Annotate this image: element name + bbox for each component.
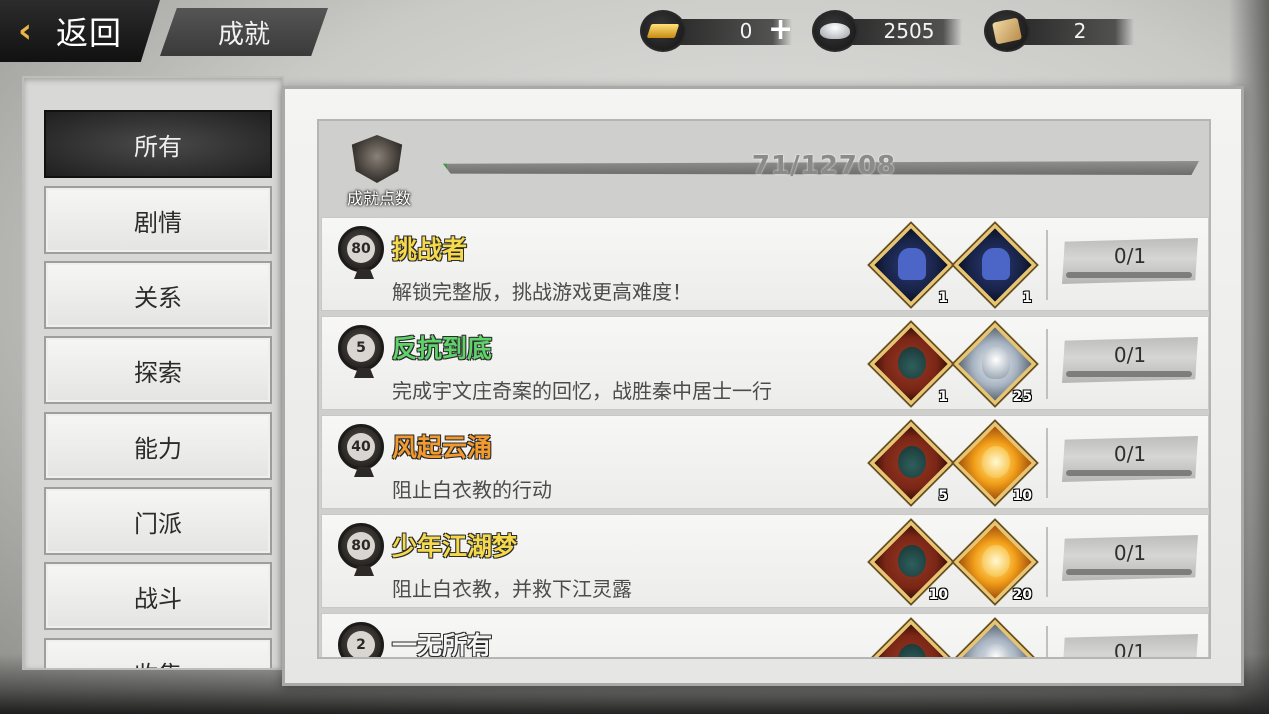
achievement-desc: 解锁完整版，挑战游戏更高难度！ <box>392 280 692 304</box>
back-button[interactable]: ‹ 返回 <box>0 0 160 62</box>
top-bar: ‹ 返回 成就 0 + 2505 2 <box>0 0 1269 64</box>
achievement-name: 少年江湖梦 <box>392 532 518 561</box>
page-title: 成就 <box>160 8 328 56</box>
achievement-name: 风起云涌 <box>392 433 493 462</box>
reward-item[interactable]: 1 <box>869 322 953 406</box>
reward-item[interactable] <box>869 619 953 657</box>
points-progress-fill <box>443 161 448 175</box>
sidebar-item-relations[interactable]: 关系 <box>44 261 272 329</box>
achievement-points: 80 <box>347 235 375 263</box>
currency-gold: 0 + <box>640 10 800 52</box>
achievement-row[interactable]: 40 风起云涌 阻止白衣教的行动 5 10 0/1 <box>321 415 1209 509</box>
reward-item[interactable]: 20 <box>953 520 1037 604</box>
sidebar-item-explore[interactable]: 探索 <box>44 336 272 404</box>
divider <box>1046 329 1048 399</box>
achievement-progress: 0/1 <box>1113 442 1147 466</box>
gold-bar-icon <box>640 10 686 52</box>
divider <box>1046 428 1048 498</box>
reward-count: 1 <box>938 389 948 405</box>
reward-count: 5 <box>938 488 948 504</box>
brush-stroke <box>1066 371 1192 377</box>
points-label: 成就点数 <box>346 189 411 208</box>
brush-stroke <box>1066 470 1192 476</box>
achievement-points: 5 <box>347 334 375 362</box>
reward-count: 10 <box>1012 488 1032 504</box>
sidebar-item-ability[interactable]: 能力 <box>44 412 272 480</box>
sidebar-item-all[interactable]: 所有 <box>44 110 272 178</box>
achievement-progress: 0/1 <box>1113 541 1147 565</box>
achievement-desc: 完成宇文庄奇案的回忆，战胜秦中居士一行 <box>392 379 772 403</box>
divider <box>1046 527 1048 597</box>
achievement-name: 反抗到底 <box>392 334 493 363</box>
achievement-panel: 成就点数 71/12708 80 挑战者 解锁完整版，挑战游戏更高难度！ 1 1 <box>282 86 1244 686</box>
achievement-row[interactable]: 80 挑战者 解锁完整版，挑战游戏更高难度！ 1 1 0/1 <box>321 217 1209 311</box>
achievement-badge-icon: 2 <box>338 622 384 657</box>
achievement-desc: 阻止白衣教的行动 <box>392 478 552 502</box>
sidebar-item-combat[interactable]: 战斗 <box>44 562 272 630</box>
brush-stroke <box>1066 272 1192 278</box>
points-progress-text: 71/12708 <box>751 151 897 181</box>
back-label: 返回 <box>56 14 123 52</box>
achievement-progress: 0/1 <box>1113 343 1147 367</box>
category-sidebar: 所有 剧情 关系 探索 能力 门派 战斗 收集 <box>22 76 284 670</box>
achievement-row[interactable]: 80 少年江湖梦 阻止白衣教，并救下江灵露 10 20 0/1 <box>321 514 1209 608</box>
reward-item[interactable] <box>953 619 1037 657</box>
silver-ingot-icon <box>812 10 858 52</box>
reward-item[interactable]: 10 <box>869 520 953 604</box>
divider <box>1046 626 1048 657</box>
achievement-desc: 阻止白衣教，并救下江灵露 <box>392 577 632 601</box>
reward-item[interactable]: 25 <box>953 322 1037 406</box>
currency-ticket: 2 <box>984 10 1134 52</box>
chevron-left-icon: ‹ <box>18 11 33 51</box>
reward-item[interactable]: 10 <box>953 421 1037 505</box>
reward-count: 20 <box>1012 587 1032 603</box>
achievement-badge-icon: 80 <box>338 523 384 569</box>
achievement-name: 挑战者 <box>392 235 468 264</box>
achievement-badge-icon: 5 <box>338 325 384 371</box>
achievement-points: 2 <box>347 631 375 657</box>
reward-item[interactable]: 1 <box>953 223 1037 307</box>
achievement-points: 80 <box>347 532 375 560</box>
achievement-list[interactable]: 成就点数 71/12708 80 挑战者 解锁完整版，挑战游戏更高难度！ 1 1 <box>317 119 1211 659</box>
brush-stroke <box>1066 569 1192 575</box>
divider <box>1046 230 1048 300</box>
scroll-ticket-icon <box>984 10 1030 52</box>
currency-silver-value: 2505 <box>883 19 935 43</box>
trophy-shield-icon <box>351 135 403 183</box>
achievement-points: 40 <box>347 433 375 461</box>
achievement-points-summary: 成就点数 71/12708 <box>319 121 1209 213</box>
currency-ticket-value: 2 <box>1073 19 1087 43</box>
reward-count: 1 <box>938 290 948 306</box>
sidebar-item-sect[interactable]: 门派 <box>44 487 272 555</box>
currency-silver: 2505 <box>812 10 962 52</box>
achievement-badge-icon: 40 <box>338 424 384 470</box>
plus-icon[interactable]: + <box>768 12 793 47</box>
achievement-progress: 0/1 <box>1113 244 1147 268</box>
reward-count: 1 <box>1022 290 1032 306</box>
sidebar-item-collect[interactable]: 收集 <box>44 638 272 668</box>
reward-count: 10 <box>928 587 948 603</box>
achievement-row[interactable]: 5 反抗到底 完成宇文庄奇案的回忆，战胜秦中居士一行 1 25 0/1 <box>321 316 1209 410</box>
achievement-progress: 0/1 <box>1113 640 1147 659</box>
reward-item[interactable]: 1 <box>869 223 953 307</box>
sidebar-item-story[interactable]: 剧情 <box>44 186 272 254</box>
achievement-badge-icon: 80 <box>338 226 384 272</box>
reward-count: 25 <box>1012 389 1032 405</box>
reward-item[interactable]: 5 <box>869 421 953 505</box>
achievement-name: 一无所有 <box>392 631 493 659</box>
achievement-row[interactable]: 2 一无所有 0/1 <box>321 613 1209 659</box>
